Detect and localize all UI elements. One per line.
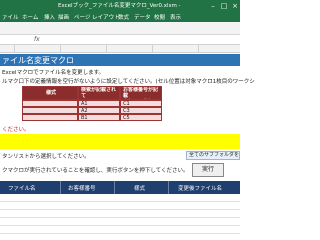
column-headers bbox=[0, 45, 240, 53]
column-header[interactable] bbox=[106, 45, 153, 53]
tab-review[interactable]: 校閲 bbox=[154, 13, 165, 21]
header-format: 様式 bbox=[134, 186, 146, 192]
column-header[interactable] bbox=[14, 45, 61, 53]
column-header[interactable] bbox=[152, 45, 199, 53]
ribbon-tabs: ァイル ホーム 挿入 描画 ページ レイアウト 数式 データ 校閲 表示 bbox=[0, 12, 240, 22]
table-cell[interactable] bbox=[22, 114, 78, 121]
highlight-band bbox=[0, 134, 240, 149]
subfolder-dropdown[interactable]: 全てのサブフォルダを含む bbox=[186, 151, 240, 160]
grid-line bbox=[0, 201, 240, 202]
minimize-icon[interactable]: – bbox=[208, 0, 218, 12]
note-text: ください。 bbox=[2, 127, 30, 133]
table-cell[interactable] bbox=[22, 107, 78, 114]
tab-view[interactable]: 表示 bbox=[170, 13, 181, 21]
run-button[interactable]: 実行 bbox=[192, 163, 224, 177]
sheet-title: ァイル名変更マクロ bbox=[2, 56, 74, 65]
formula-bar[interactable]: fx bbox=[0, 35, 240, 45]
sheet-title-row: ァイル名変更マクロ bbox=[0, 54, 240, 66]
column-header[interactable] bbox=[198, 45, 240, 53]
run-instruction-text: クマクロが実行されていることを確認し、実行ボタンを押下してください。 bbox=[2, 168, 189, 174]
table-cell[interactable]: A2 bbox=[78, 107, 120, 114]
tab-file[interactable]: ァイル bbox=[2, 13, 19, 21]
title-bar: Excelブック_ファイル名変更マクロ_Ver0.xlsm - – □ × bbox=[0, 0, 240, 12]
instruction-text: タンリストから選択してください。 bbox=[2, 154, 90, 160]
header-filename: ファイル名 bbox=[8, 186, 36, 192]
grid-line bbox=[0, 225, 240, 226]
header-new-filename: 変更後ファイル名 bbox=[178, 186, 223, 192]
window-title: Excelブック_ファイル名変更マクロ_Ver0.xlsm - bbox=[58, 3, 181, 9]
tab-page-layout[interactable]: ページ レイアウト bbox=[74, 13, 120, 21]
fx-icon[interactable]: fx bbox=[34, 36, 40, 43]
table-cell[interactable]: C1 bbox=[120, 100, 162, 107]
close-icon[interactable]: × bbox=[230, 0, 240, 12]
table-cell[interactable]: C5 bbox=[120, 114, 162, 121]
tab-draw[interactable]: 描画 bbox=[58, 13, 69, 21]
table-header: 様式 bbox=[22, 86, 78, 100]
description-line: Excelマクロでファイル名を変更します。 bbox=[2, 70, 105, 76]
table-cell[interactable]: A1 bbox=[78, 100, 120, 107]
grid-line bbox=[0, 233, 240, 234]
header-customer-number: お客様番号 bbox=[68, 186, 96, 192]
table-header: 検索が記載されて いるセル bbox=[78, 86, 120, 100]
column-header[interactable] bbox=[0, 45, 15, 53]
result-table-header: ファイル名 お客様番号 様式 変更後ファイル名 bbox=[0, 181, 240, 194]
description-line: ルマク口下の定義情報を空行がないように設定してください。(セル位置は対象マクロ1… bbox=[2, 79, 255, 85]
table-header: お客様番号が記載 されているセル bbox=[120, 86, 162, 100]
table-cell[interactable]: B1 bbox=[78, 114, 120, 121]
grid-line bbox=[0, 217, 240, 218]
table-cell[interactable] bbox=[22, 100, 78, 107]
table-cell[interactable]: C3 bbox=[120, 107, 162, 114]
tab-data[interactable]: データ bbox=[134, 13, 151, 21]
column-header[interactable] bbox=[60, 45, 107, 53]
definition-table: 様式 検索が記載されて いるセル お客様番号が記載 されているセル A1 C1 … bbox=[22, 86, 162, 122]
grid-line bbox=[0, 209, 240, 210]
maximize-icon[interactable]: □ bbox=[219, 0, 229, 12]
ribbon-body bbox=[0, 22, 240, 35]
tab-insert[interactable]: 挿入 bbox=[44, 13, 55, 21]
tab-formulas[interactable]: 数式 bbox=[118, 13, 129, 21]
tab-home[interactable]: ホーム bbox=[22, 13, 38, 21]
